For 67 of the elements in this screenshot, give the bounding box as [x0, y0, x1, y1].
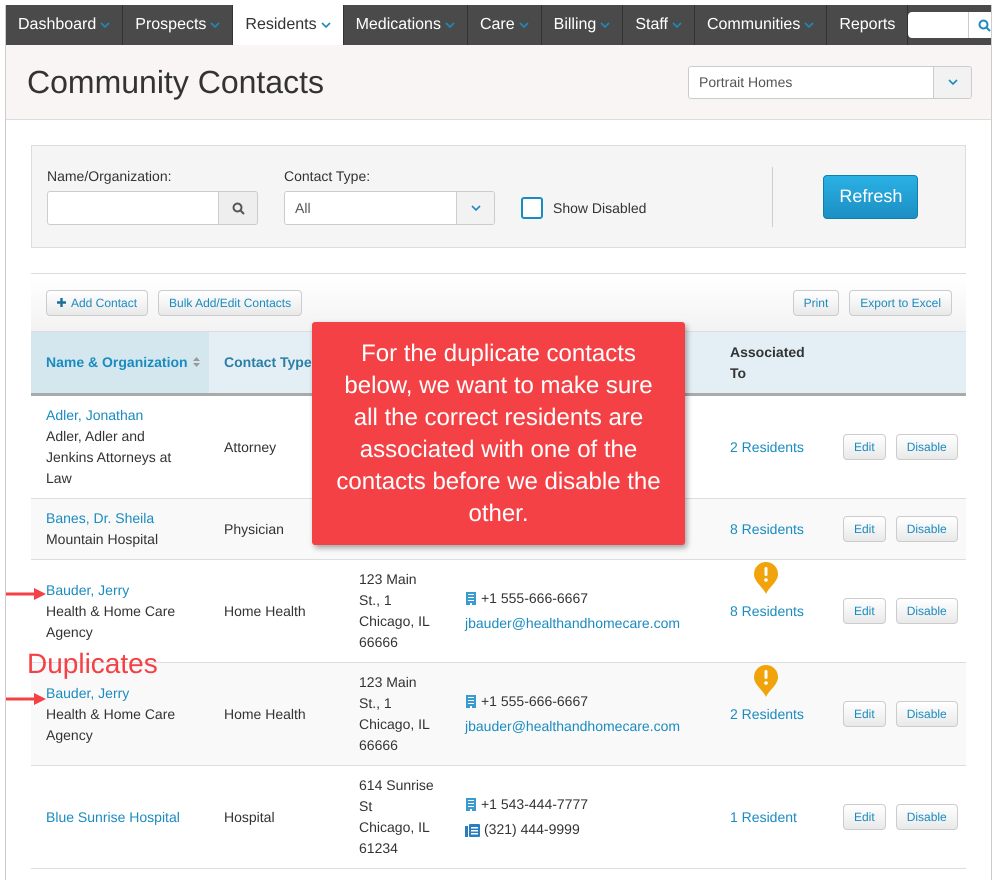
page-title: Community Contacts: [27, 64, 324, 100]
fax-icon: [465, 822, 480, 836]
contact-type-text: Physician: [224, 520, 284, 536]
contact-name-link[interactable]: Bauder, Jerry: [46, 582, 130, 598]
plus-icon: [57, 298, 66, 307]
organization-text: Mountain Hospital: [46, 530, 160, 549]
nav-tab[interactable]: Billing: [542, 5, 624, 45]
toolbar-button[interactable]: Bulk Add/Edit Contacts: [158, 290, 302, 316]
search-button[interactable]: [968, 12, 991, 38]
fax-number: (321) 444-9999: [484, 820, 580, 839]
disable-button[interactable]: Disable: [896, 598, 958, 624]
contact-type-text: Home Health: [224, 602, 306, 618]
address-text: 123 Main St., 1 Chicago, IL 66666: [359, 571, 430, 650]
residents-link[interactable]: 1 Resident: [730, 808, 797, 824]
email-link[interactable]: jbauder@healthandhomecare.com: [465, 716, 680, 737]
residents-link[interactable]: 8 Residents: [730, 602, 804, 618]
name-field[interactable]: [47, 191, 219, 225]
office-phone-icon: [465, 694, 477, 709]
address-text: 614 Sunrise St Chicago, IL 61234: [359, 777, 434, 856]
disable-button[interactable]: Disable: [896, 434, 958, 460]
contact-name-link[interactable]: Adler, Jonathan: [46, 407, 144, 423]
organization-text: Health & Home Care Agency: [46, 602, 176, 642]
field-label: Name/Organization:: [47, 168, 173, 184]
search-icon: [978, 18, 991, 32]
edit-button[interactable]: Edit: [843, 598, 886, 624]
contact-type-text: Attorney: [224, 438, 276, 454]
residents-link[interactable]: 2 Residents: [730, 706, 804, 722]
edit-button[interactable]: Edit: [843, 701, 886, 727]
residents-link[interactable]: 8 Residents: [730, 520, 804, 536]
phone-number: +1 555-666-6667: [481, 692, 588, 711]
toolbar-button[interactable]: Export to Excel: [849, 290, 952, 316]
address-text: 123 Main St., 1 Chicago, IL 66666: [359, 674, 430, 753]
residents-link[interactable]: 2 Residents: [730, 438, 804, 454]
search-button[interactable]: [219, 191, 258, 225]
field-label: Contact Type:: [284, 168, 372, 184]
edit-button[interactable]: Edit: [843, 804, 886, 830]
edit-button[interactable]: Edit: [843, 516, 886, 542]
add-contact-button[interactable]: Add Contact: [46, 290, 148, 316]
contact-name-link[interactable]: Blue Sunrise Hospital: [46, 808, 180, 824]
annotation-callout: For the duplicate contacts below, we want to make sure all the correct residents are associated with one of the contacts before we disable the other.: [312, 322, 685, 545]
search-field[interactable]: [908, 12, 968, 38]
contact-type-select[interactable]: All: [284, 191, 495, 225]
sort-icon: [192, 357, 200, 367]
organization-text: Adler, Adler and Jenkins Attorneys at Law: [46, 427, 172, 488]
caret-icon: [948, 78, 958, 86]
disable-button[interactable]: Disable: [896, 516, 958, 542]
nav-tab[interactable]: Residents: [233, 5, 344, 45]
office-phone-icon: [465, 591, 477, 606]
community-select[interactable]: Portrait Homes: [688, 66, 972, 98]
caret-icon: [470, 204, 480, 212]
nav-tab[interactable]: Medications: [344, 5, 468, 45]
office-phone-icon: [465, 797, 477, 812]
duplicates-label: Duplicates: [27, 648, 158, 680]
edit-button[interactable]: Edit: [843, 434, 886, 460]
contact-type-text: Hospital: [224, 808, 275, 824]
disable-button[interactable]: Disable: [896, 804, 958, 830]
contact-name-link[interactable]: Bauder, Jerry: [46, 684, 130, 700]
phone-number: +1 555-666-6667: [481, 589, 588, 608]
toolbar-button[interactable]: Print: [792, 290, 840, 316]
disable-button[interactable]: Disable: [896, 701, 958, 727]
refresh-button[interactable]: Refresh: [823, 174, 918, 218]
organization-text: Health & Home Care Agency: [46, 704, 176, 745]
phone-number: +1 543-444-7777: [481, 795, 588, 814]
search-icon: [232, 202, 244, 214]
email-link[interactable]: jbauder@healthandhomecare.com: [465, 613, 680, 634]
contact-type-text: Home Health: [224, 706, 306, 722]
contact-name-link[interactable]: Banes, Dr. Sheila: [46, 510, 154, 526]
